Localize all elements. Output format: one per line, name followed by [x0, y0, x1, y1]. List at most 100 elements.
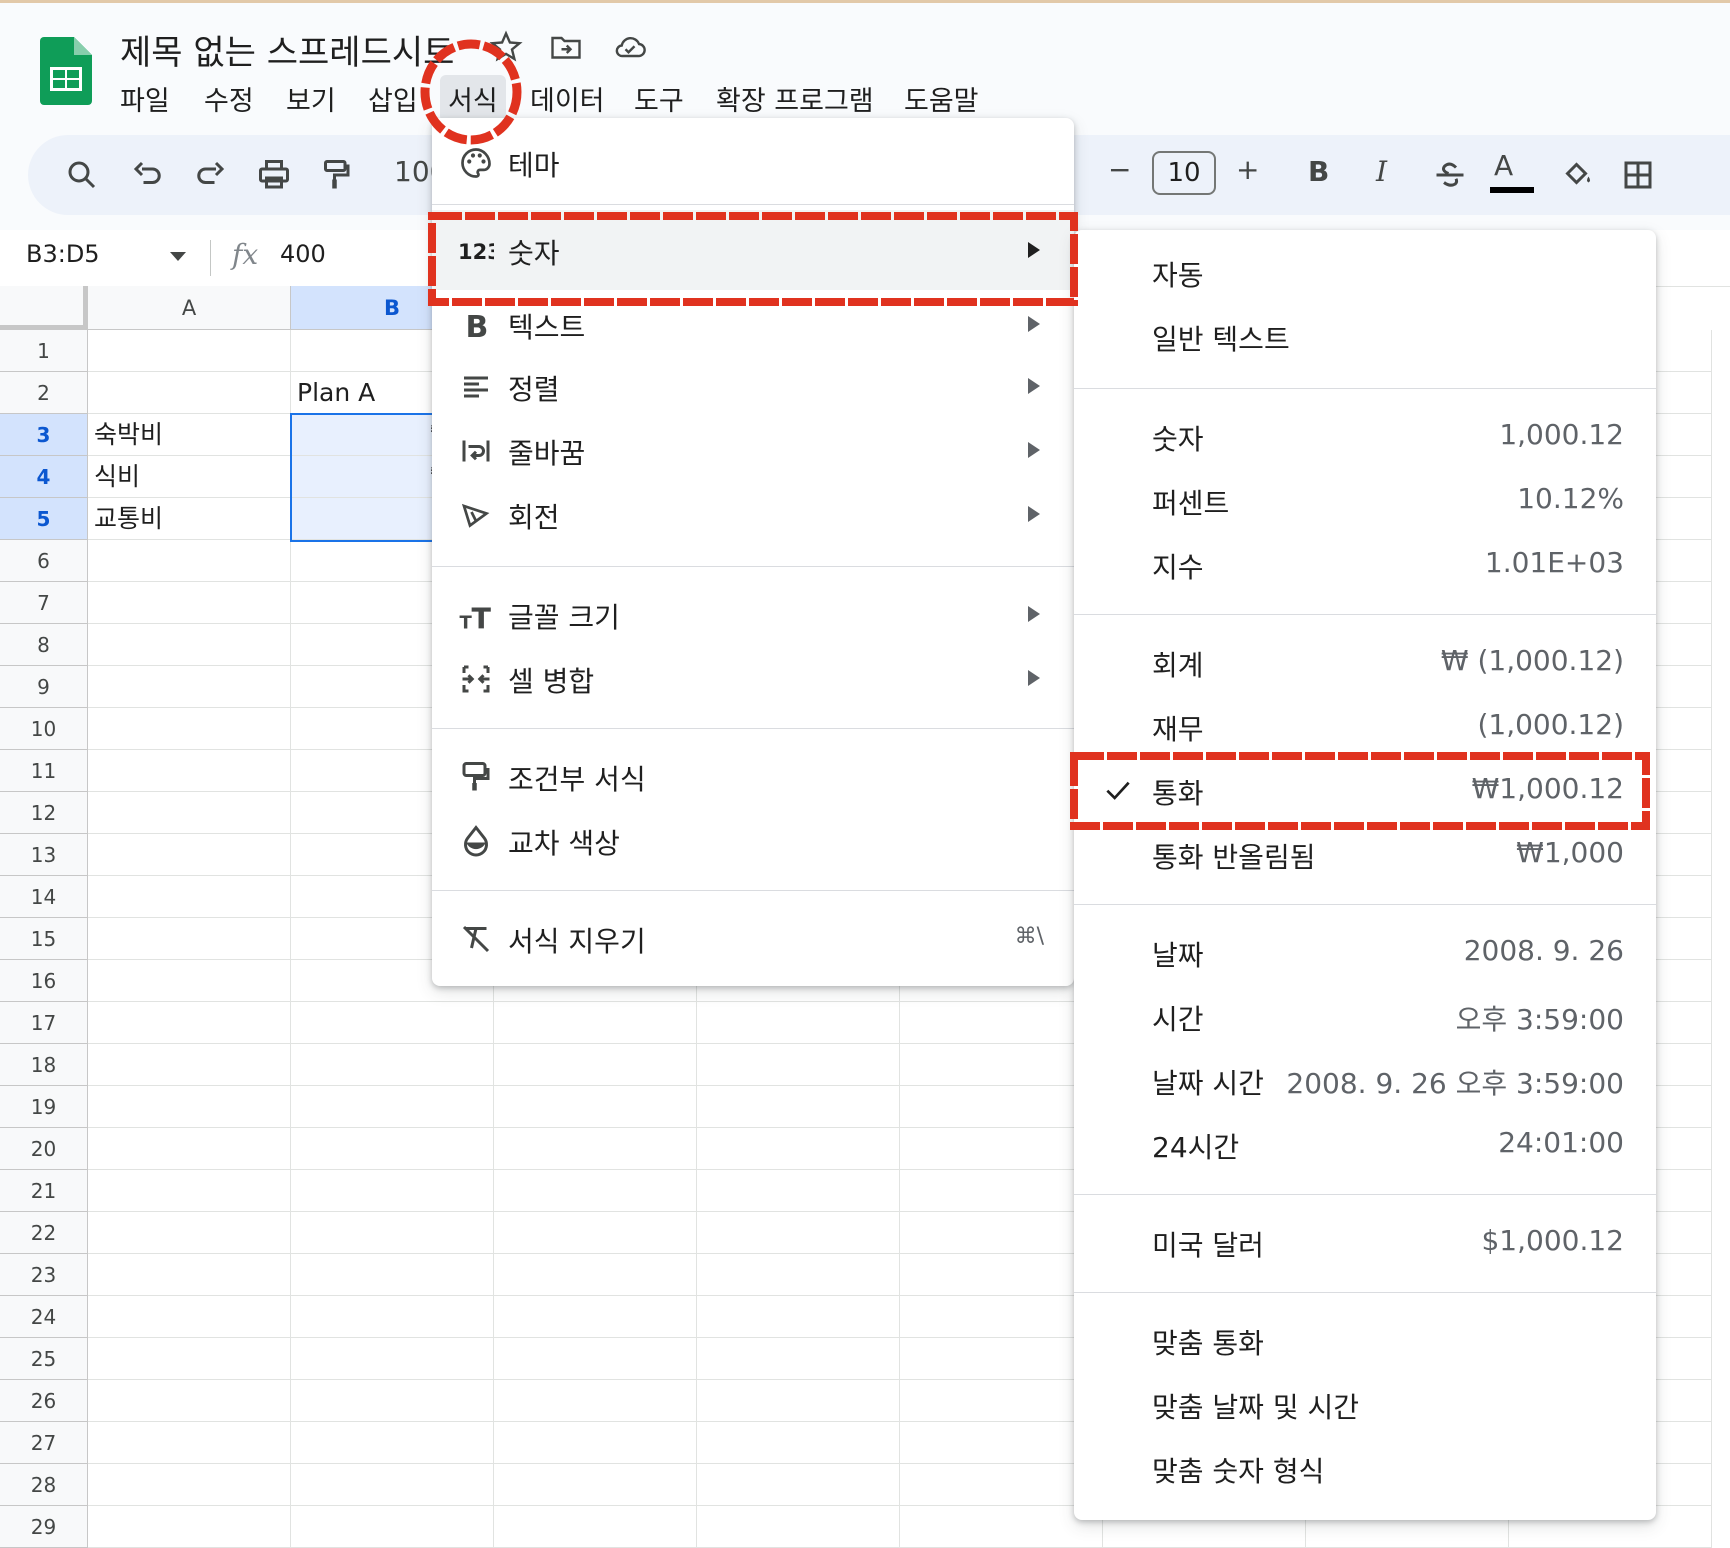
- grid-cell[interactable]: [900, 1506, 1103, 1548]
- row-header[interactable]: 2: [0, 372, 88, 414]
- menu-item-wrap[interactable]: 줄바꿈: [432, 420, 1074, 482]
- grid-cell[interactable]: [494, 1380, 697, 1422]
- grid-cell[interactable]: [900, 1044, 1103, 1086]
- format-option-plain-text[interactable]: 일반 텍스트: [1074, 306, 1656, 368]
- grid-cell[interactable]: [900, 1254, 1103, 1296]
- grid-cell[interactable]: [494, 1422, 697, 1464]
- row-header[interactable]: 22: [0, 1212, 88, 1254]
- grid-cell[interactable]: [291, 1086, 494, 1128]
- grid-cell[interactable]: [494, 1170, 697, 1212]
- grid-cell[interactable]: [494, 1254, 697, 1296]
- grid-cell[interactable]: [697, 1338, 900, 1380]
- row-header[interactable]: 15: [0, 918, 88, 960]
- grid-cell[interactable]: [88, 372, 291, 414]
- grid-cell[interactable]: [88, 1086, 291, 1128]
- cell-a5[interactable]: 교통비: [88, 498, 291, 540]
- format-option-date[interactable]: 날짜 2008. 9. 26: [1074, 922, 1656, 984]
- grid-cell[interactable]: [88, 666, 291, 708]
- grid-cell[interactable]: [494, 1296, 697, 1338]
- menu-item-font-size[interactable]: TT 글꼴 크기: [432, 584, 1074, 646]
- row-header[interactable]: 21: [0, 1170, 88, 1212]
- row-header[interactable]: 25: [0, 1338, 88, 1380]
- grid-cell[interactable]: [291, 1170, 494, 1212]
- grid-cell[interactable]: [697, 1422, 900, 1464]
- grid-cell[interactable]: [900, 1422, 1103, 1464]
- row-header[interactable]: 3: [0, 414, 88, 456]
- strikethrough-icon[interactable]: [1432, 157, 1468, 193]
- row-header[interactable]: 23: [0, 1254, 88, 1296]
- menu-item-conditional-format[interactable]: 조건부 서식: [432, 746, 1074, 808]
- row-header[interactable]: 27: [0, 1422, 88, 1464]
- menu-item-theme[interactable]: 테마: [432, 132, 1074, 194]
- grid-cell[interactable]: [88, 330, 291, 372]
- menu-extensions[interactable]: 확장 프로그램: [708, 75, 882, 122]
- format-option-automatic[interactable]: 자동: [1074, 242, 1656, 304]
- menu-help[interactable]: 도움말: [896, 75, 987, 122]
- grid-cell[interactable]: [697, 1086, 900, 1128]
- grid-cell[interactable]: [697, 1128, 900, 1170]
- row-header[interactable]: 10: [0, 708, 88, 750]
- grid-cell[interactable]: [88, 540, 291, 582]
- cloud-saved-icon[interactable]: [612, 29, 648, 65]
- grid-cell[interactable]: [697, 1254, 900, 1296]
- menu-item-align[interactable]: 정렬: [432, 356, 1074, 418]
- format-option-percent[interactable]: 퍼센트 10.12%: [1074, 470, 1656, 532]
- grid-cell[interactable]: [88, 624, 291, 666]
- grid-cell[interactable]: [88, 834, 291, 876]
- row-header[interactable]: 24: [0, 1296, 88, 1338]
- grid-cell[interactable]: [697, 1044, 900, 1086]
- menu-item-rotate[interactable]: 회전: [432, 484, 1074, 546]
- sheets-logo-icon[interactable]: [40, 37, 92, 105]
- menu-edit[interactable]: 수정: [196, 75, 262, 122]
- grid-cell[interactable]: [88, 1170, 291, 1212]
- menu-item-clear-formatting[interactable]: 서식 지우기 ⌘\: [432, 908, 1074, 970]
- row-header[interactable]: 28: [0, 1464, 88, 1506]
- row-header[interactable]: 5: [0, 498, 88, 540]
- row-header[interactable]: 7: [0, 582, 88, 624]
- row-header[interactable]: 9: [0, 666, 88, 708]
- decrease-font-size-button[interactable]: −: [1108, 153, 1131, 186]
- grid-cell[interactable]: [697, 1296, 900, 1338]
- undo-icon[interactable]: [130, 157, 166, 193]
- format-option-accounting[interactable]: 회계 ₩ (1,000.12): [1074, 632, 1656, 694]
- name-box[interactable]: B3:D5: [26, 240, 100, 268]
- grid-cell[interactable]: [291, 1002, 494, 1044]
- grid-cell[interactable]: [88, 918, 291, 960]
- row-header[interactable]: 17: [0, 1002, 88, 1044]
- format-option-custom-currency[interactable]: 맞춤 통화: [1074, 1310, 1656, 1372]
- grid-cell[interactable]: [494, 1044, 697, 1086]
- menu-item-number[interactable]: 123 숫자: [432, 210, 1074, 290]
- grid-cell[interactable]: [697, 1464, 900, 1506]
- grid-cell[interactable]: [494, 1002, 697, 1044]
- redo-icon[interactable]: [192, 157, 228, 193]
- document-title[interactable]: 제목 없는 스프레드시트: [120, 25, 454, 74]
- grid-cell[interactable]: [900, 1338, 1103, 1380]
- borders-icon[interactable]: [1620, 157, 1656, 193]
- row-header[interactable]: 19: [0, 1086, 88, 1128]
- grid-cell[interactable]: [88, 1464, 291, 1506]
- row-header[interactable]: 26: [0, 1380, 88, 1422]
- grid-cell[interactable]: [88, 1380, 291, 1422]
- row-header[interactable]: 29: [0, 1506, 88, 1548]
- grid-cell[interactable]: [291, 1296, 494, 1338]
- format-option-custom-number[interactable]: 맞춤 숫자 형식: [1074, 1438, 1656, 1500]
- menu-tools[interactable]: 도구: [626, 75, 692, 122]
- grid-cell[interactable]: [494, 1128, 697, 1170]
- menu-item-text[interactable]: B 텍스트: [432, 294, 1074, 356]
- grid-cell[interactable]: [900, 1296, 1103, 1338]
- format-option-date-time[interactable]: 날짜 시간 2008. 9. 26 오후 3:59:00: [1074, 1050, 1656, 1112]
- format-option-currency[interactable]: 통화 ₩1,000.12: [1074, 760, 1656, 822]
- menu-format[interactable]: 서식: [440, 75, 506, 122]
- grid-cell[interactable]: [494, 1506, 697, 1548]
- grid-cell[interactable]: [900, 1170, 1103, 1212]
- menu-insert[interactable]: 삽입: [360, 75, 426, 122]
- search-icon[interactable]: [64, 157, 100, 193]
- grid-cell[interactable]: [88, 708, 291, 750]
- format-option-us-dollar[interactable]: 미국 달러 $1,000.12: [1074, 1212, 1656, 1274]
- grid-cell[interactable]: [697, 1506, 900, 1548]
- grid-cell[interactable]: [88, 750, 291, 792]
- grid-cell[interactable]: [88, 1296, 291, 1338]
- menu-view[interactable]: 보기: [278, 75, 344, 122]
- grid-cell[interactable]: [88, 1044, 291, 1086]
- format-option-scientific[interactable]: 지수 1.01E+03: [1074, 534, 1656, 596]
